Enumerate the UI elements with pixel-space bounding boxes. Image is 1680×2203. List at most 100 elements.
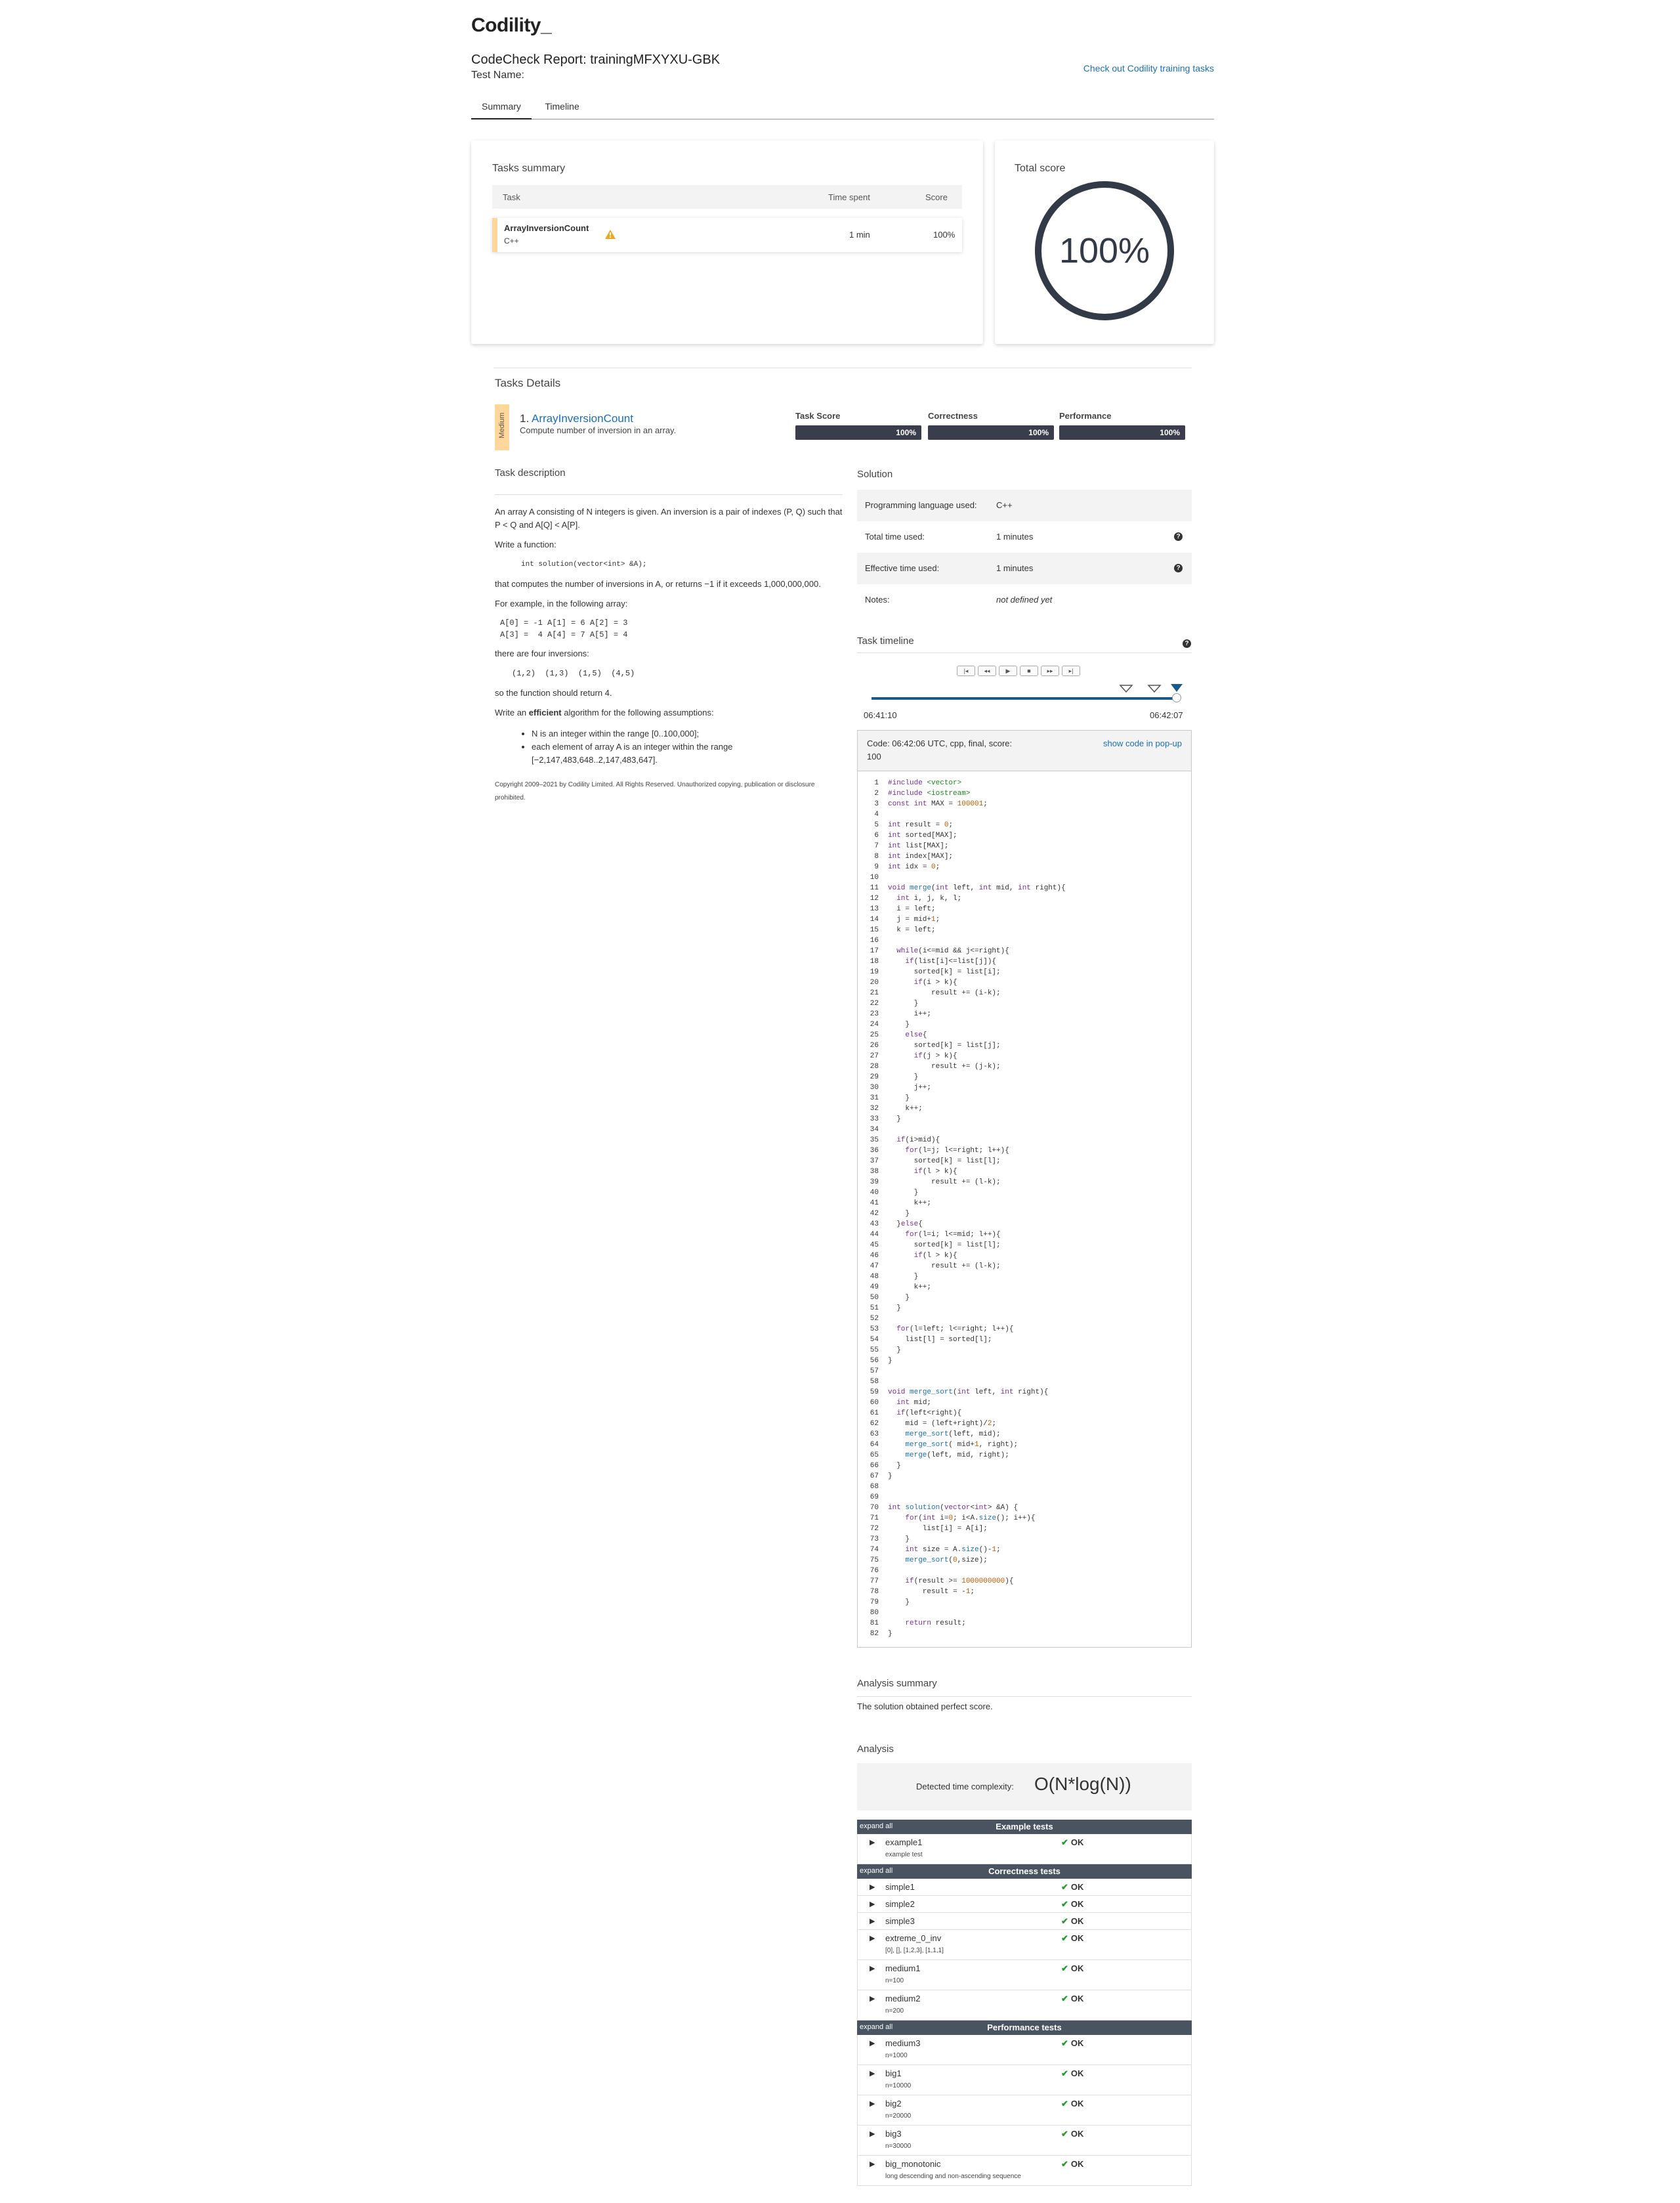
code-line: 14 j = mid+1; <box>863 914 1191 925</box>
training-tasks-link[interactable]: Check out Codility training tasks <box>1083 63 1214 74</box>
expand-arrow-icon[interactable]: ▶ <box>870 2129 875 2138</box>
help-icon[interactable]: ? <box>1183 639 1191 648</box>
line-number: 16 <box>870 937 879 945</box>
test-row[interactable]: ▶ simple2 ✔ OK <box>857 1896 1192 1913</box>
expand-arrow-icon[interactable]: ▶ <box>870 2069 875 2078</box>
code-line: 50 } <box>863 1293 1191 1303</box>
rewind-icon[interactable]: ◂◂ <box>978 666 996 676</box>
help-icon[interactable]: ? <box>1174 532 1183 541</box>
code-line: 68 <box>863 1482 1191 1492</box>
code-text: result += (i-k); <box>888 989 1001 997</box>
timeline-end: 06:42:07 <box>1150 710 1183 720</box>
test-row[interactable]: ▶ big_monotonic long descending and non-as… <box>857 2156 1192 2186</box>
task-title-link[interactable]: ArrayInversionCount <box>532 412 633 425</box>
tasks-details-title: Tasks Details <box>495 377 561 389</box>
expand-arrow-icon[interactable]: ▶ <box>870 2099 875 2108</box>
code-text: merge_sort( mid+1, right); <box>905 1441 1018 1449</box>
code-line: 10 <box>863 872 1191 883</box>
play-icon[interactable]: ▶ <box>999 666 1017 676</box>
line-number: 64 <box>870 1441 879 1449</box>
expand-arrow-icon[interactable]: ▶ <box>870 1934 875 1942</box>
solution-label: Programming language used: <box>865 500 977 510</box>
expand-all-link[interactable]: expand all <box>860 1822 892 1830</box>
score-bar-track: 100% <box>928 425 1054 440</box>
test-row[interactable]: ▶ simple1 ✔ OK <box>857 1879 1192 1896</box>
total-score-card: Total score 100% <box>995 140 1214 344</box>
line-number: 67 <box>870 1472 879 1480</box>
test-row[interactable]: ▶ medium2 n=200 ✔ OK <box>857 1990 1192 2021</box>
code-line: 67} <box>863 1471 1191 1482</box>
expand-arrow-icon[interactable]: ▶ <box>870 1964 875 1973</box>
difficulty-badge: Medium <box>495 404 509 450</box>
expand-all-link[interactable]: expand all <box>860 2023 892 2031</box>
line-number: 33 <box>870 1115 879 1123</box>
test-group-title: Correctness tests <box>988 1866 1060 1876</box>
code-text: int idx = 0; <box>888 863 940 871</box>
check-icon: ✔ <box>1061 1882 1068 1892</box>
score-bar-track: 100% <box>1059 425 1185 440</box>
code-line: 6 int sorted[MAX]; <box>863 830 1191 841</box>
test-row[interactable]: ▶ medium3 n=1000 ✔ OK <box>857 2035 1192 2065</box>
line-number: 1 <box>874 779 879 787</box>
description-p6: so the function should return 4. <box>495 688 612 698</box>
line-number: 24 <box>870 1021 879 1029</box>
test-row[interactable]: ▶ simple3 ✔ OK <box>857 1913 1192 1930</box>
code-text: k++; <box>888 1199 932 1207</box>
line-number: 43 <box>870 1220 879 1228</box>
expand-arrow-icon[interactable]: ▶ <box>870 1883 875 1891</box>
test-row[interactable]: ▶ big3 n=30000 ✔ OK <box>857 2126 1192 2156</box>
expand-all-link[interactable]: expand all <box>860 1867 892 1875</box>
expand-arrow-icon[interactable]: ▶ <box>870 2039 875 2047</box>
code-line: 45 sorted[k] = list[l]; <box>863 1240 1191 1251</box>
timeline-slider[interactable] <box>872 697 1177 700</box>
codility-logo[interactable]: Codility_ <box>471 14 552 37</box>
code-line: 20 if(i > k){ <box>863 977 1191 988</box>
solution-label: Total time used: <box>865 532 925 542</box>
test-row[interactable]: ▶ medium1 n=100 ✔ OK <box>857 1960 1192 1990</box>
line-number: 20 <box>870 979 879 987</box>
test-name: big2 <box>885 2099 902 2108</box>
task-score: 100% <box>933 230 956 240</box>
code-line: 66 } <box>863 1461 1191 1471</box>
code-line: 26 sorted[k] = list[j]; <box>863 1040 1191 1051</box>
line-number: 47 <box>870 1262 879 1270</box>
code-line: 17 while(i<=mid && j<=right){ <box>863 946 1191 956</box>
task-row-arrayinversioncount[interactable]: ArrayInversionCount C++ 1 min 100% <box>492 218 962 252</box>
timeline-slider-handle[interactable] <box>1172 693 1181 702</box>
test-row[interactable]: ▶ big2 n=20000 ✔ OK <box>857 2095 1192 2126</box>
code-text: while(i<=mid && j<=right){ <box>896 947 1009 955</box>
code-text: result += (l-k); <box>888 1262 1001 1270</box>
expand-arrow-icon[interactable]: ▶ <box>870 2160 875 2168</box>
solution-value: C++ <box>996 500 1013 510</box>
line-number: 77 <box>870 1577 879 1585</box>
code-snapshot-score: 100 <box>867 752 881 761</box>
tab-summary[interactable]: Summary <box>471 93 532 119</box>
task-name[interactable]: ArrayInversionCount <box>504 223 589 233</box>
expand-arrow-icon[interactable]: ▶ <box>870 1900 875 1908</box>
complexity-label: Detected time complexity: <box>916 1782 1014 1791</box>
code-line: 52 <box>863 1314 1191 1324</box>
analysis-tests: Example tests expand all ▶ example1 example … <box>857 1820 1192 2186</box>
task-description: Task description An array A consisting o… <box>495 467 843 805</box>
example-array-line1: A[0] = -1 A[1] = 6 A[2] = 3 <box>500 618 628 628</box>
code-line: 23 i++; <box>863 1009 1191 1019</box>
tab-timeline[interactable]: Timeline <box>534 93 589 119</box>
test-row[interactable]: ▶ extreme_0_inv [0], [], [1,2,3], [1,1,1] ✔… <box>857 1930 1192 1960</box>
stop-icon[interactable]: ■ <box>1020 666 1038 676</box>
test-name: medium2 <box>885 1994 921 2003</box>
expand-arrow-icon[interactable]: ▶ <box>870 1917 875 1925</box>
test-group-header: Performance tests expand all <box>857 2021 1192 2035</box>
code-text: } <box>888 1346 901 1354</box>
first-icon[interactable]: |◂ <box>957 666 975 676</box>
test-row[interactable]: ▶ big1 n=10000 ✔ OK <box>857 2065 1192 2095</box>
last-icon[interactable]: ▸| <box>1062 666 1080 676</box>
help-icon[interactable]: ? <box>1174 564 1183 572</box>
show-code-popup-link[interactable]: show code in pop-up <box>1103 738 1182 748</box>
fast-forward-icon[interactable]: ▸▸ <box>1041 666 1059 676</box>
code-text: result += (j-k); <box>888 1063 1001 1071</box>
code-text: #include <iostream> <box>888 790 971 798</box>
expand-arrow-icon[interactable]: ▶ <box>870 1994 875 2003</box>
expand-arrow-icon[interactable]: ▶ <box>870 1838 875 1847</box>
line-number: 40 <box>870 1189 879 1197</box>
test-row[interactable]: ▶ example1 example test ✔ OK <box>857 1834 1192 1864</box>
